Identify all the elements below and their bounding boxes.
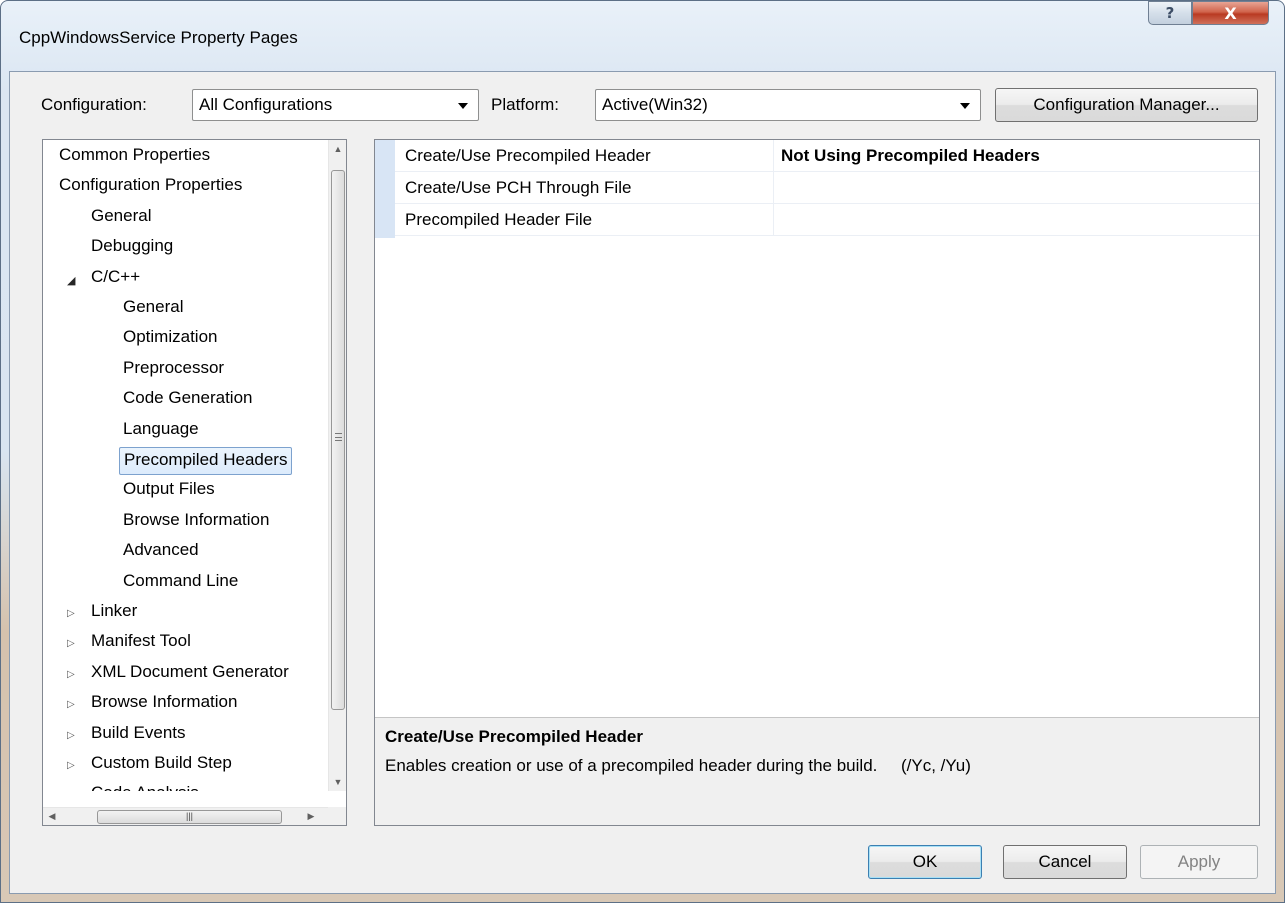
tree-item[interactable]: Preprocessor bbox=[119, 356, 228, 384]
expand-arrow-icon[interactable]: ▷ bbox=[67, 699, 75, 710]
tree-item[interactable]: C/C++ bbox=[87, 265, 144, 293]
expand-arrow-icon[interactable]: ▷ bbox=[67, 669, 75, 680]
close-button[interactable]: X bbox=[1192, 1, 1269, 25]
cancel-button[interactable]: Cancel bbox=[1003, 845, 1127, 879]
grid-margin bbox=[375, 140, 395, 238]
window-title: CppWindowsService Property Pages bbox=[19, 28, 298, 47]
tree-item[interactable]: Code Generation bbox=[119, 386, 256, 414]
property-name: Precompiled Header File bbox=[405, 210, 593, 229]
property-tree: Common Properties Configuration Propertie… bbox=[42, 139, 347, 826]
property-pages-window: CppWindowsService Property Pages ? X Con… bbox=[0, 0, 1285, 903]
property-row[interactable]: Precompiled Header File bbox=[395, 204, 1259, 236]
tree-item[interactable]: Common Properties bbox=[55, 143, 214, 171]
description-title: Create/Use Precompiled Header bbox=[385, 727, 643, 746]
property-row[interactable]: Create/Use PCH Through File bbox=[395, 172, 1259, 204]
expand-arrow-icon[interactable]: ▷ bbox=[67, 760, 75, 771]
tree-item[interactable]: Configuration Properties bbox=[55, 173, 246, 201]
dialog-client-area: Configuration: All Configurations Platfo… bbox=[9, 71, 1276, 894]
property-row[interactable]: Create/Use Precompiled Header Not Using … bbox=[395, 140, 1259, 172]
tree-item[interactable]: Optimization bbox=[119, 325, 221, 353]
expand-arrow-icon[interactable]: ▷ bbox=[67, 608, 75, 619]
tree-item[interactable]: General bbox=[119, 295, 187, 323]
tree-item[interactable]: Browse Information bbox=[119, 508, 273, 536]
column-divider bbox=[773, 172, 774, 204]
platform-value: Active(Win32) bbox=[602, 95, 708, 114]
vertical-scroll-thumb[interactable] bbox=[331, 170, 345, 710]
expand-arrow-icon[interactable]: ▷ bbox=[67, 790, 75, 791]
chevron-down-icon bbox=[458, 103, 468, 109]
column-divider bbox=[773, 204, 774, 236]
scroll-right-icon[interactable]: ▶ bbox=[302, 808, 320, 826]
description-pane: Create/Use Precompiled Header Enables cr… bbox=[375, 717, 1259, 825]
ok-button[interactable]: OK bbox=[868, 845, 982, 879]
tree-item[interactable]: XML Document Generator bbox=[87, 660, 293, 688]
tree-item[interactable]: Custom Build Step bbox=[87, 751, 236, 779]
close-icon: X bbox=[1224, 3, 1237, 23]
help-button[interactable]: ? bbox=[1148, 1, 1192, 25]
platform-combo[interactable]: Active(Win32) bbox=[595, 89, 981, 121]
tree-item[interactable]: Language bbox=[119, 417, 203, 445]
tree-item[interactable]: Debugging bbox=[87, 234, 177, 262]
scroll-up-icon[interactable]: ▲ bbox=[329, 140, 347, 158]
tree-item[interactable]: General bbox=[87, 204, 155, 232]
tree-list: Common Properties Configuration Propertie… bbox=[43, 140, 328, 791]
tree-item[interactable]: Code Analysis bbox=[87, 781, 203, 791]
tree-item[interactable]: Output Files bbox=[119, 477, 219, 505]
chevron-down-icon bbox=[960, 103, 970, 109]
property-name: Create/Use Precompiled Header bbox=[405, 146, 651, 165]
tree-vertical-scrollbar[interactable]: ▲ ▼ bbox=[328, 140, 346, 791]
scroll-left-icon[interactable]: ◀ bbox=[43, 808, 61, 826]
tree-item[interactable]: Manifest Tool bbox=[87, 629, 195, 657]
property-grid-panel: Create/Use Precompiled Header Not Using … bbox=[374, 139, 1260, 826]
tree-horizontal-scrollbar[interactable]: ◀ ||| ▶ bbox=[43, 807, 328, 825]
configuration-combo[interactable]: All Configurations bbox=[192, 89, 479, 121]
tree-item[interactable]: Advanced bbox=[119, 538, 203, 566]
expand-arrow-icon[interactable]: ▷ bbox=[67, 730, 75, 741]
collapse-arrow-icon[interactable]: ◢ bbox=[67, 274, 75, 287]
property-grid: Create/Use Precompiled Header Not Using … bbox=[375, 140, 1259, 718]
description-text: Enables creation or use of a precompiled… bbox=[385, 756, 971, 775]
tree-item[interactable]: Precompiled Headers bbox=[119, 447, 293, 475]
platform-label: Platform: bbox=[491, 95, 560, 114]
tree-item[interactable]: Linker bbox=[87, 599, 141, 627]
tree-item[interactable]: Build Events bbox=[87, 721, 190, 749]
column-divider bbox=[773, 140, 774, 172]
horizontal-scroll-thumb[interactable]: ||| bbox=[97, 810, 282, 824]
configuration-label: Configuration: bbox=[41, 95, 147, 114]
tree-item[interactable]: Browse Information bbox=[87, 690, 241, 718]
configuration-value: All Configurations bbox=[199, 95, 333, 114]
expand-arrow-icon[interactable]: ▷ bbox=[67, 638, 75, 649]
property-name: Create/Use PCH Through File bbox=[405, 178, 632, 197]
help-icon: ? bbox=[1165, 4, 1175, 22]
title-bar[interactable]: CppWindowsService Property Pages ? X bbox=[1, 1, 1284, 71]
configuration-manager-button[interactable]: Configuration Manager... bbox=[995, 88, 1258, 122]
grip-icon bbox=[335, 433, 342, 441]
property-value[interactable]: Not Using Precompiled Headers bbox=[781, 146, 1040, 166]
scroll-down-icon[interactable]: ▼ bbox=[329, 773, 347, 791]
tree-item[interactable]: Command Line bbox=[119, 569, 242, 597]
apply-button[interactable]: Apply bbox=[1140, 845, 1258, 879]
scroll-corner bbox=[328, 807, 346, 825]
